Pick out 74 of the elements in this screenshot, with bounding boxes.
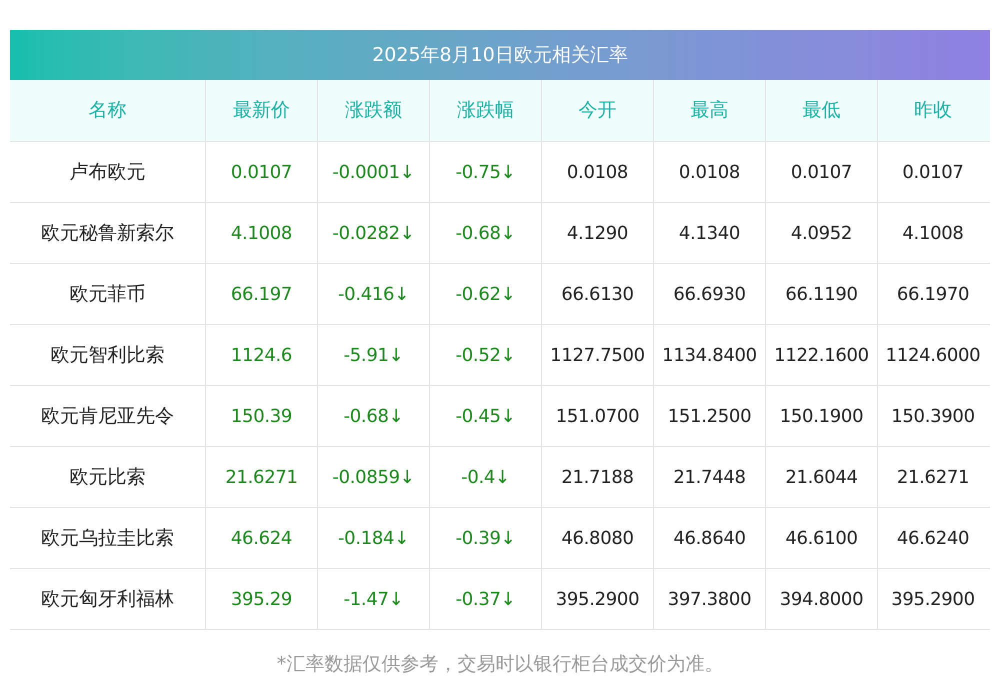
table-cell: 66.197 [205, 264, 317, 324]
table-cell: -0.45↓ [429, 386, 541, 446]
table-cell: -0.68↓ [317, 386, 429, 446]
table-cell: -0.0859↓ [317, 447, 429, 507]
table-cell: 1122.1600 [765, 325, 877, 385]
table-cell-text: 卢布欧元 [68, 160, 146, 185]
column-header: 涨跌额 [317, 80, 429, 141]
column-header: 名称 [88, 98, 128, 124]
table-cell: 1124.6000 [877, 325, 988, 385]
table-cell: 21.6271 [877, 447, 988, 507]
table-cell: 0.0108 [653, 142, 765, 202]
column-header: 昨收 [877, 80, 988, 141]
table-cell: 21.6044 [765, 447, 877, 507]
table-cell: -0.75↓ [429, 142, 541, 202]
table-title: 2025年8月10日欧元相关汇率 [10, 30, 990, 80]
table-cell: 395.2900 [541, 569, 653, 629]
column-header: 最高 [653, 80, 765, 141]
table-cell: -0.184↓ [317, 508, 429, 568]
table-cell: 21.7448 [653, 447, 765, 507]
table-cell: 0.0107 [877, 142, 988, 202]
table-cell: -1.47↓ [317, 569, 429, 629]
table-cell: -5.91↓ [317, 325, 429, 385]
table-cell: 46.8080 [541, 508, 653, 568]
column-header: 今开 [541, 80, 653, 141]
table-cell-text: 欧元菲币 [68, 282, 146, 307]
table-cell: 4.1290 [541, 203, 653, 263]
table-cell: -0.39↓ [429, 508, 541, 568]
table-cell: -0.68↓ [429, 203, 541, 263]
table-cell: 394.8000 [765, 569, 877, 629]
column-header: 最新价 [205, 80, 317, 141]
table-cell: 151.2500 [653, 386, 765, 446]
table-cell: 46.6240 [877, 508, 988, 568]
table-cell: 395.29 [205, 569, 317, 629]
table-cell-text: 欧元肯尼亚先令 [40, 404, 175, 429]
table-cell: 21.6271 [205, 447, 317, 507]
table-cell: 66.6930 [653, 264, 765, 324]
table-cell: 1134.8400 [653, 325, 765, 385]
table-cell: -0.62↓ [429, 264, 541, 324]
table-cell: -0.0001↓ [317, 142, 429, 202]
table-cell-text: 欧元秘鲁新索尔 [40, 220, 175, 246]
table-cell: 4.1008 [877, 203, 988, 263]
table-cell: -0.52↓ [429, 325, 541, 385]
table-cell: -0.37↓ [429, 569, 541, 629]
table-cell: 46.624 [205, 508, 317, 568]
table-cell: 150.3900 [877, 386, 988, 446]
column-header: 最低 [765, 80, 877, 141]
table-cell: 1127.7500 [541, 325, 653, 385]
table-cell: 46.6100 [765, 508, 877, 568]
table-cell: 397.3800 [653, 569, 765, 629]
table-cell: 150.39 [205, 386, 317, 446]
table-cell: 395.2900 [877, 569, 988, 629]
table-cell-text: 欧元乌拉圭比索 [40, 526, 175, 551]
table-cell-text: 欧元比索 [68, 464, 146, 490]
table-cell: 46.8640 [653, 508, 765, 568]
table-cell: 66.1970 [877, 264, 988, 324]
table-cell: 21.7188 [541, 447, 653, 507]
table-cell: -0.416↓ [317, 264, 429, 324]
table-cell: 1124.6 [205, 325, 317, 385]
table-cell: 4.0952 [765, 203, 877, 263]
table-cell: -0.4↓ [429, 447, 541, 507]
table-cell: 4.1340 [653, 203, 765, 263]
table-cell: 150.1900 [765, 386, 877, 446]
table-cell: -0.0282↓ [317, 203, 429, 263]
table-cell-text: 欧元智利比索 [50, 342, 166, 368]
table-cell: 4.1008 [205, 203, 317, 263]
table-cell: 0.0108 [541, 142, 653, 202]
column-header: 涨跌幅 [429, 80, 541, 141]
table-cell-text: 欧元匈牙利福林 [40, 586, 175, 612]
table-cell: 66.1190 [765, 264, 877, 324]
table-cell: 66.6130 [541, 264, 653, 324]
table-cell: 0.0107 [765, 142, 877, 202]
table-cell: 0.0107 [205, 142, 317, 202]
table-cell: 151.0700 [541, 386, 653, 446]
disclaimer-note: *汇率数据仅供参考，交易时以银行柜台成交价为准。 [276, 652, 724, 677]
